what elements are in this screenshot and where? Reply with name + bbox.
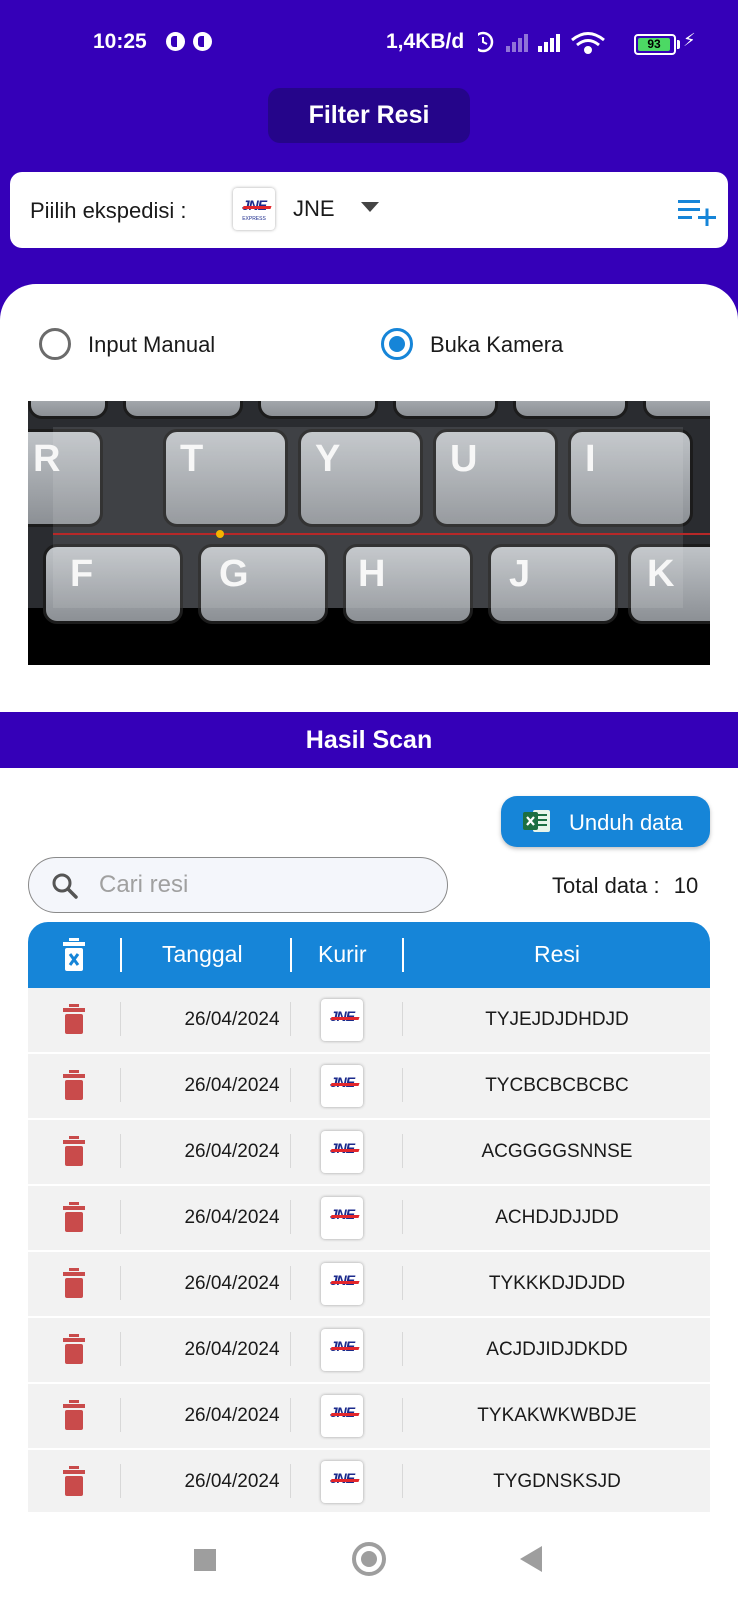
radio-buka-kamera-label[interactable]: Buka Kamera [430, 332, 563, 358]
row-resi: TYJEJDJDHDJD [485, 1009, 629, 1030]
scan-area-overlay [53, 427, 683, 608]
back-button[interactable] [520, 1546, 542, 1572]
row-resi: TYKAKWKWBDJE [477, 1405, 637, 1426]
scan-line [53, 533, 710, 535]
trash-icon[interactable] [62, 1202, 86, 1232]
row-tanggal: 26/04/2024 [184, 1141, 280, 1162]
hasil-scan-header: Hasil Scan [0, 712, 738, 768]
jne-logo-icon: JNE [321, 1329, 363, 1371]
table-row: 26/04/2024 JNE TYCBCBCBCBC [28, 1054, 710, 1120]
camera-image: R T Y U I F G H J K [28, 401, 710, 624]
jne-logo-icon: JNE [321, 1263, 363, 1305]
jne-logo-icon: JNE [321, 999, 363, 1041]
trash-icon[interactable] [62, 1334, 86, 1364]
trash-icon[interactable] [62, 1004, 86, 1034]
search-input[interactable] [99, 870, 429, 900]
page-title: Filter Resi [268, 88, 470, 143]
table-row: 26/04/2024 JNE TYKKKDJDJDD [28, 1252, 710, 1318]
clear-all-icon[interactable] [62, 938, 86, 972]
row-tanggal: 26/04/2024 [184, 1075, 280, 1096]
row-tanggal: 26/04/2024 [184, 1009, 280, 1030]
row-tanggal: 26/04/2024 [184, 1405, 280, 1426]
jne-logo-icon: JNE [321, 1065, 363, 1107]
radio-input-manual-label[interactable]: Input Manual [88, 332, 215, 358]
notification-icon [166, 32, 185, 51]
status-time: 10:25 [93, 30, 147, 53]
alarm-icon [478, 31, 494, 53]
trash-icon[interactable] [62, 1400, 86, 1430]
system-nav-bar [0, 1520, 738, 1600]
table-body: 26/04/2024 JNE TYJEJDJDHDJD 26/04/2024 J… [28, 988, 710, 1512]
table-row: 26/04/2024 JNE ACJDJIDJDKDD [28, 1318, 710, 1384]
row-resi: TYGDNSKSJD [493, 1471, 621, 1492]
table-row: 26/04/2024 JNE ACHDJDJJDD [28, 1186, 710, 1252]
signal-icon [538, 34, 560, 52]
row-resi: ACGGGGSNNSE [481, 1141, 633, 1162]
recent-apps-button[interactable] [194, 1549, 216, 1571]
total-data: Total data : 10 [552, 873, 698, 899]
column-header-resi: Resi [534, 941, 581, 967]
network-speed: 1,4KB/d [386, 30, 465, 53]
focus-dot [216, 530, 224, 538]
radio-buka-kamera[interactable] [381, 328, 413, 360]
charging-icon: ⚡ [683, 30, 696, 50]
jne-logo-icon: JNE [321, 1197, 363, 1239]
search-icon [52, 873, 78, 899]
row-tanggal: 26/04/2024 [184, 1339, 280, 1360]
status-bar: 10:25 1,4KB/d 93 ⚡ [0, 22, 738, 62]
row-tanggal: 26/04/2024 [184, 1207, 280, 1228]
signal-icon [506, 34, 528, 52]
table-row: 26/04/2024 JNE TYKAKWKWBDJE [28, 1384, 710, 1450]
trash-icon[interactable] [62, 1070, 86, 1100]
table-row: 26/04/2024 JNE ACGGGGSNNSE [28, 1120, 710, 1186]
radio-input-manual[interactable] [39, 328, 71, 360]
trash-icon[interactable] [62, 1466, 86, 1496]
table-row: 26/04/2024 JNE TYJEJDJDHDJD [28, 988, 710, 1054]
row-resi: ACJDJIDJDKDD [486, 1339, 628, 1360]
home-button[interactable] [352, 1542, 386, 1576]
row-tanggal: 26/04/2024 [184, 1471, 280, 1492]
table-row: 26/04/2024 JNE TYGDNSKSJD [28, 1450, 710, 1512]
playlist-add-icon[interactable] [678, 196, 718, 226]
jne-logo-icon: JNE [321, 1461, 363, 1503]
expedisi-selector[interactable]: Piilih ekspedisi : JNE EXPRESS JNE [10, 172, 728, 248]
row-resi: TYKKKDJDJDD [488, 1273, 626, 1294]
expedisi-label: Piilih ekspedisi : [30, 198, 187, 223]
column-header-kurir: Kurir [318, 941, 367, 967]
camera-preview[interactable]: R T Y U I F G H J K [28, 401, 710, 665]
battery-level: 93 [638, 38, 670, 51]
unduh-data-button[interactable]: Unduh data [501, 796, 710, 847]
battery-icon: 93 [634, 34, 680, 55]
row-resi: TYCBCBCBCBC [485, 1075, 629, 1096]
jne-logo-icon: JNE EXPRESS [233, 188, 275, 230]
jne-logo-icon: JNE [321, 1131, 363, 1173]
table-header: Tanggal Kurir Resi [28, 922, 710, 988]
trash-icon[interactable] [62, 1136, 86, 1166]
wifi-icon [571, 32, 605, 54]
expedisi-dropdown-value[interactable]: JNE [293, 196, 335, 222]
row-resi: ACHDJDJJDD [495, 1207, 619, 1228]
dropdown-arrow-icon[interactable] [361, 202, 379, 212]
column-header-tanggal: Tanggal [162, 941, 243, 967]
total-data-label: Total data : [552, 873, 660, 898]
status-icons [478, 31, 605, 54]
total-data-value: 10 [673, 873, 699, 898]
unduh-data-label: Unduh data [569, 810, 683, 835]
jne-logo-icon: JNE [321, 1395, 363, 1437]
search-box[interactable] [28, 857, 448, 913]
notification-icon [193, 32, 212, 51]
row-tanggal: 26/04/2024 [184, 1273, 280, 1294]
trash-icon[interactable] [62, 1268, 86, 1298]
excel-icon [523, 810, 550, 832]
